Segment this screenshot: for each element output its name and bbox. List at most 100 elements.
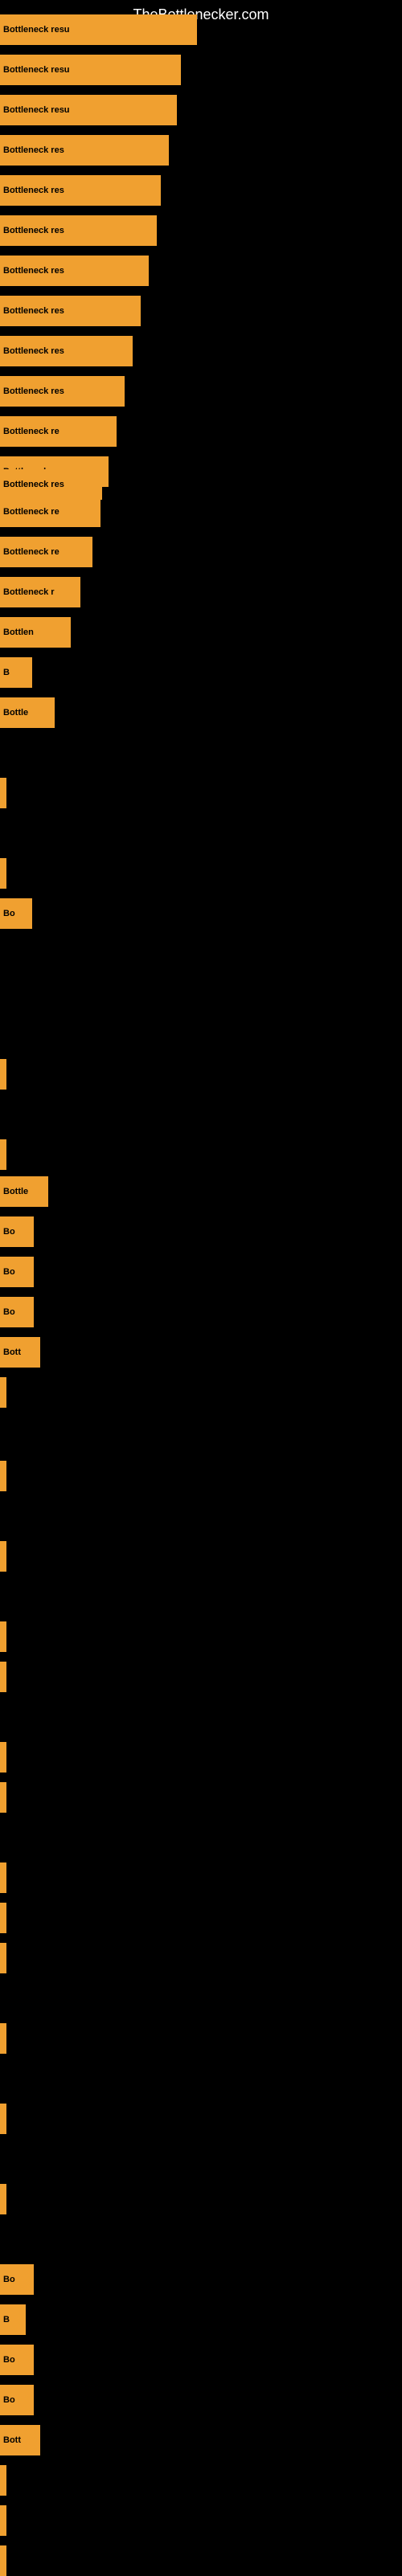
bar-label-10: Bottleneck re: [3, 427, 59, 436]
bar-label-1: Bottleneck resu: [3, 65, 70, 75]
bar-item-4: Bottleneck res: [0, 175, 169, 206]
bar-label-43: B: [3, 2315, 10, 2325]
bar-fill-4: Bottleneck res: [0, 175, 161, 206]
bar-fill-30: [0, 1461, 6, 1491]
bar-label-2: Bottleneck resu: [3, 105, 70, 115]
bar-item-26: Bo: [0, 1257, 42, 1287]
bar-fill-46: Bott: [0, 2425, 40, 2455]
bar-label-17: B: [3, 668, 10, 677]
bar-item-8: Bottleneck res: [0, 336, 141, 366]
bar-fill-45: Bo: [0, 2385, 34, 2415]
bar-item-41: [0, 2184, 10, 2214]
bar-fill-5: Bottleneck res: [0, 215, 157, 246]
bar-label-44: Bo: [3, 2355, 15, 2365]
bar-fill-48: [0, 2505, 6, 2536]
bar-fill-20: [0, 858, 6, 889]
bar-item-33: [0, 1662, 10, 1692]
bar-label-14: Bottleneck re: [3, 547, 59, 557]
bar-fill-29: [0, 1377, 6, 1408]
bar-label-46: Bott: [3, 2435, 21, 2445]
bar-fill-37: [0, 1903, 6, 1933]
bar-item-46: Bott: [0, 2425, 48, 2455]
bar-item-39: [0, 2023, 10, 2054]
bar-item-43: B: [0, 2304, 34, 2335]
bar-item-31: [0, 1541, 10, 1572]
bar-fill-3: Bottleneck res: [0, 135, 169, 166]
bar-label-16: Bottlen: [3, 628, 34, 637]
bar-item-25: Bo: [0, 1216, 42, 1247]
bar-label-6: Bottleneck res: [3, 266, 64, 276]
bar-label-4: Bottleneck res: [3, 186, 64, 195]
bar-fill-25: Bo: [0, 1216, 34, 1247]
bar-item-36: [0, 1862, 10, 1893]
bar-fill-43: B: [0, 2304, 26, 2335]
bar-label-21: Bo: [3, 909, 15, 918]
bar-item-7: Bottleneck res: [0, 296, 149, 326]
bar-fill-23: [0, 1139, 6, 1170]
bar-item-2: Bottleneck resu: [0, 95, 185, 125]
bar-label-27: Bo: [3, 1307, 15, 1317]
bar-fill-40: [0, 2104, 6, 2134]
bar-item-30: [0, 1461, 10, 1491]
bar-item-49: [0, 2545, 10, 2576]
bar-fill-1: Bottleneck resu: [0, 55, 181, 85]
bar-label-9: Bottleneck res: [3, 386, 64, 396]
bar-fill-0: Bottleneck resu: [0, 14, 197, 45]
bar-item-38: [0, 1943, 10, 1973]
bar-fill-38: [0, 1943, 6, 1973]
bar-fill-6: Bottleneck res: [0, 256, 149, 286]
bar-fill-13: Bottleneck re: [0, 497, 100, 527]
bar-item-35: [0, 1782, 10, 1813]
bar-fill-24: Bottle: [0, 1176, 48, 1207]
bar-item-28: Bott: [0, 1337, 48, 1368]
bar-label-24: Bottle: [3, 1187, 28, 1196]
bar-item-42: Bo: [0, 2264, 42, 2295]
bar-fill-33: [0, 1662, 6, 1692]
bar-item-27: Bo: [0, 1297, 42, 1327]
bar-fill-18: Bottle: [0, 697, 55, 728]
bar-fill-15: Bottleneck r: [0, 577, 80, 607]
bar-item-18: Bottle: [0, 697, 63, 728]
bar-item-0: Bottleneck resu: [0, 14, 205, 45]
bar-label-15: Bottleneck r: [3, 587, 55, 597]
bar-item-5: Bottleneck res: [0, 215, 165, 246]
bar-label-13: Bottleneck re: [3, 507, 59, 517]
bar-item-22: [0, 1059, 10, 1090]
bar-fill-44: Bo: [0, 2345, 34, 2375]
bar-label-5: Bottleneck res: [3, 226, 64, 235]
bar-item-40: [0, 2104, 10, 2134]
bar-fill-10: Bottleneck re: [0, 416, 117, 447]
bar-item-16: Bottlen: [0, 617, 79, 648]
bar-fill-28: Bott: [0, 1337, 40, 1368]
bar-label-26: Bo: [3, 1267, 15, 1277]
bar-fill-14: Bottleneck re: [0, 537, 92, 567]
bar-fill-17: B: [0, 657, 32, 688]
bar-label-28: Bott: [3, 1347, 21, 1357]
bar-item-48: [0, 2505, 10, 2536]
bar-item-21: Bo: [0, 898, 40, 929]
bar-fill-16: Bottlen: [0, 617, 71, 648]
bar-fill-42: Bo: [0, 2264, 34, 2295]
bar-fill-22: [0, 1059, 6, 1090]
bar-fill-41: [0, 2184, 6, 2214]
bar-label-12: Bottleneck res: [3, 480, 64, 489]
bar-item-19: [0, 778, 10, 808]
bar-label-3: Bottleneck res: [3, 145, 64, 155]
bar-item-23: [0, 1139, 10, 1170]
bar-fill-39: [0, 2023, 6, 2054]
bar-item-3: Bottleneck res: [0, 135, 177, 166]
bar-item-44: Bo: [0, 2345, 42, 2375]
bar-item-47: [0, 2465, 10, 2496]
bar-label-8: Bottleneck res: [3, 346, 64, 356]
bar-label-42: Bo: [3, 2275, 15, 2284]
bar-item-37: [0, 1903, 10, 1933]
bar-label-0: Bottleneck resu: [3, 25, 70, 35]
bar-fill-49: [0, 2545, 6, 2576]
bar-item-34: [0, 1742, 10, 1773]
bar-item-12: Bottleneck res: [0, 469, 110, 500]
bar-fill-27: Bo: [0, 1297, 34, 1327]
bar-item-6: Bottleneck res: [0, 256, 157, 286]
bar-item-24: Bottle: [0, 1176, 56, 1207]
bar-label-45: Bo: [3, 2395, 15, 2405]
bar-fill-31: [0, 1541, 6, 1572]
